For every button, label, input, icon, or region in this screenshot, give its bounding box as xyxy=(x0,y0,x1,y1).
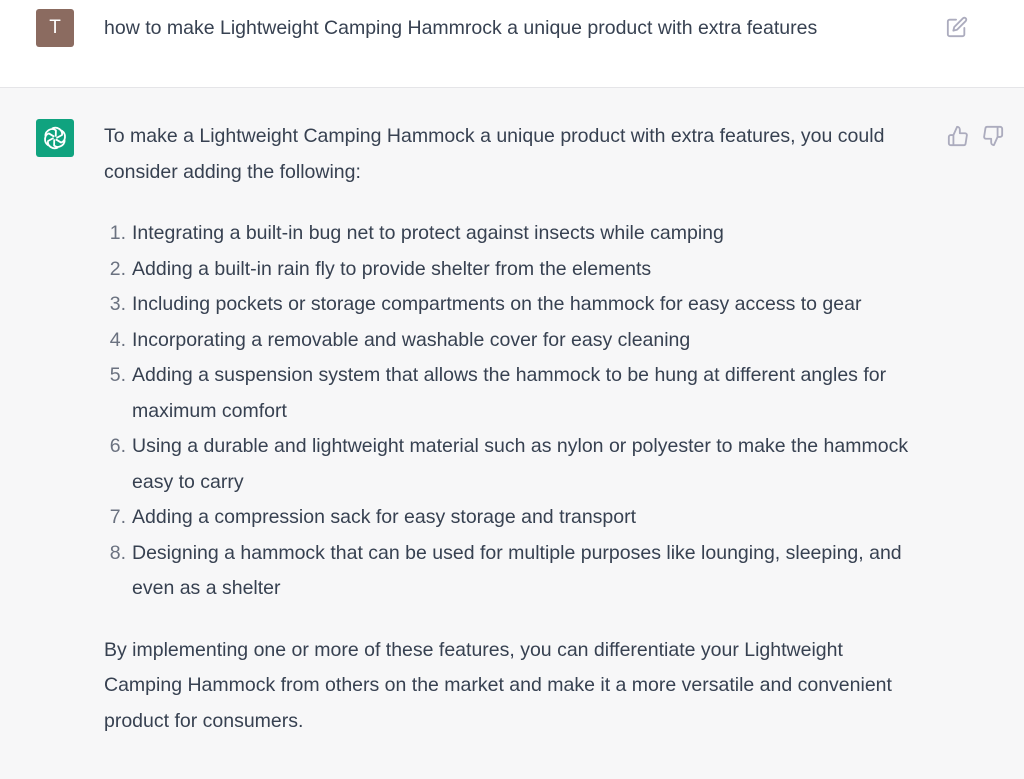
list-number: 6. xyxy=(109,435,126,457)
user-message-row: T how to make Lightweight Camping Hammro… xyxy=(0,0,1024,88)
openai-logo-icon xyxy=(36,119,74,157)
list-item: 4. Incorporating a removable and washable… xyxy=(104,323,919,359)
list-number: 7. xyxy=(109,506,126,528)
thumbs-down-icon[interactable] xyxy=(982,125,1004,147)
list-item-text: Adding a built-in rain fly to provide sh… xyxy=(132,257,652,280)
user-avatar: T xyxy=(36,9,74,47)
answer-intro: To make a Lightweight Camping Hammock a … xyxy=(104,125,885,183)
user-message-text: how to make Lightweight Camping Hammrock… xyxy=(104,17,818,39)
thumbs-up-icon[interactable] xyxy=(947,125,969,147)
assistant-answer: To make a Lightweight Camping Hammock a … xyxy=(104,119,919,739)
list-item-text: Designing a hammock that can be used for… xyxy=(132,541,902,600)
list-number: 4. xyxy=(109,328,126,351)
list-item-text: Using a durable and lightweight material… xyxy=(132,435,909,493)
list-item: 3. Including pockets or storage compartme… xyxy=(104,287,919,323)
list-item: 5. Adding a suspension system that allows… xyxy=(104,358,919,429)
list-item-text: Adding a compression sack for easy stora… xyxy=(132,506,637,528)
assistant-message-row: To make a Lightweight Camping Hammock a … xyxy=(0,89,1024,779)
list-number: 5. xyxy=(109,364,126,386)
list-item-text: Including pockets or storage compartment… xyxy=(132,293,862,315)
list-item-text: Incorporating a removable and washable c… xyxy=(132,328,691,351)
list-number: 2. xyxy=(109,257,126,280)
feature-list: 1. Integrating a built-in bug net to prot… xyxy=(104,216,919,607)
list-item-text: Integrating a built-in bug net to protec… xyxy=(132,222,724,244)
list-number: 3. xyxy=(109,293,126,315)
list-item: 8. Designing a hammock that can be used f… xyxy=(104,536,919,607)
list-number: 1. xyxy=(109,222,126,244)
list-number: 8. xyxy=(109,541,126,564)
list-item: 1. Integrating a built-in bug net to prot… xyxy=(104,216,919,252)
list-item: 2. Adding a built-in rain fly to provide … xyxy=(104,252,919,288)
list-item: 6. Using a durable and lightweight materi… xyxy=(104,429,919,500)
edit-icon[interactable] xyxy=(946,16,968,38)
list-item: 7. Adding a compression sack for easy sto… xyxy=(104,500,919,536)
answer-outro: By implementing one or more of these fea… xyxy=(104,638,892,732)
list-item-text: Adding a suspension system that allows t… xyxy=(132,364,887,422)
